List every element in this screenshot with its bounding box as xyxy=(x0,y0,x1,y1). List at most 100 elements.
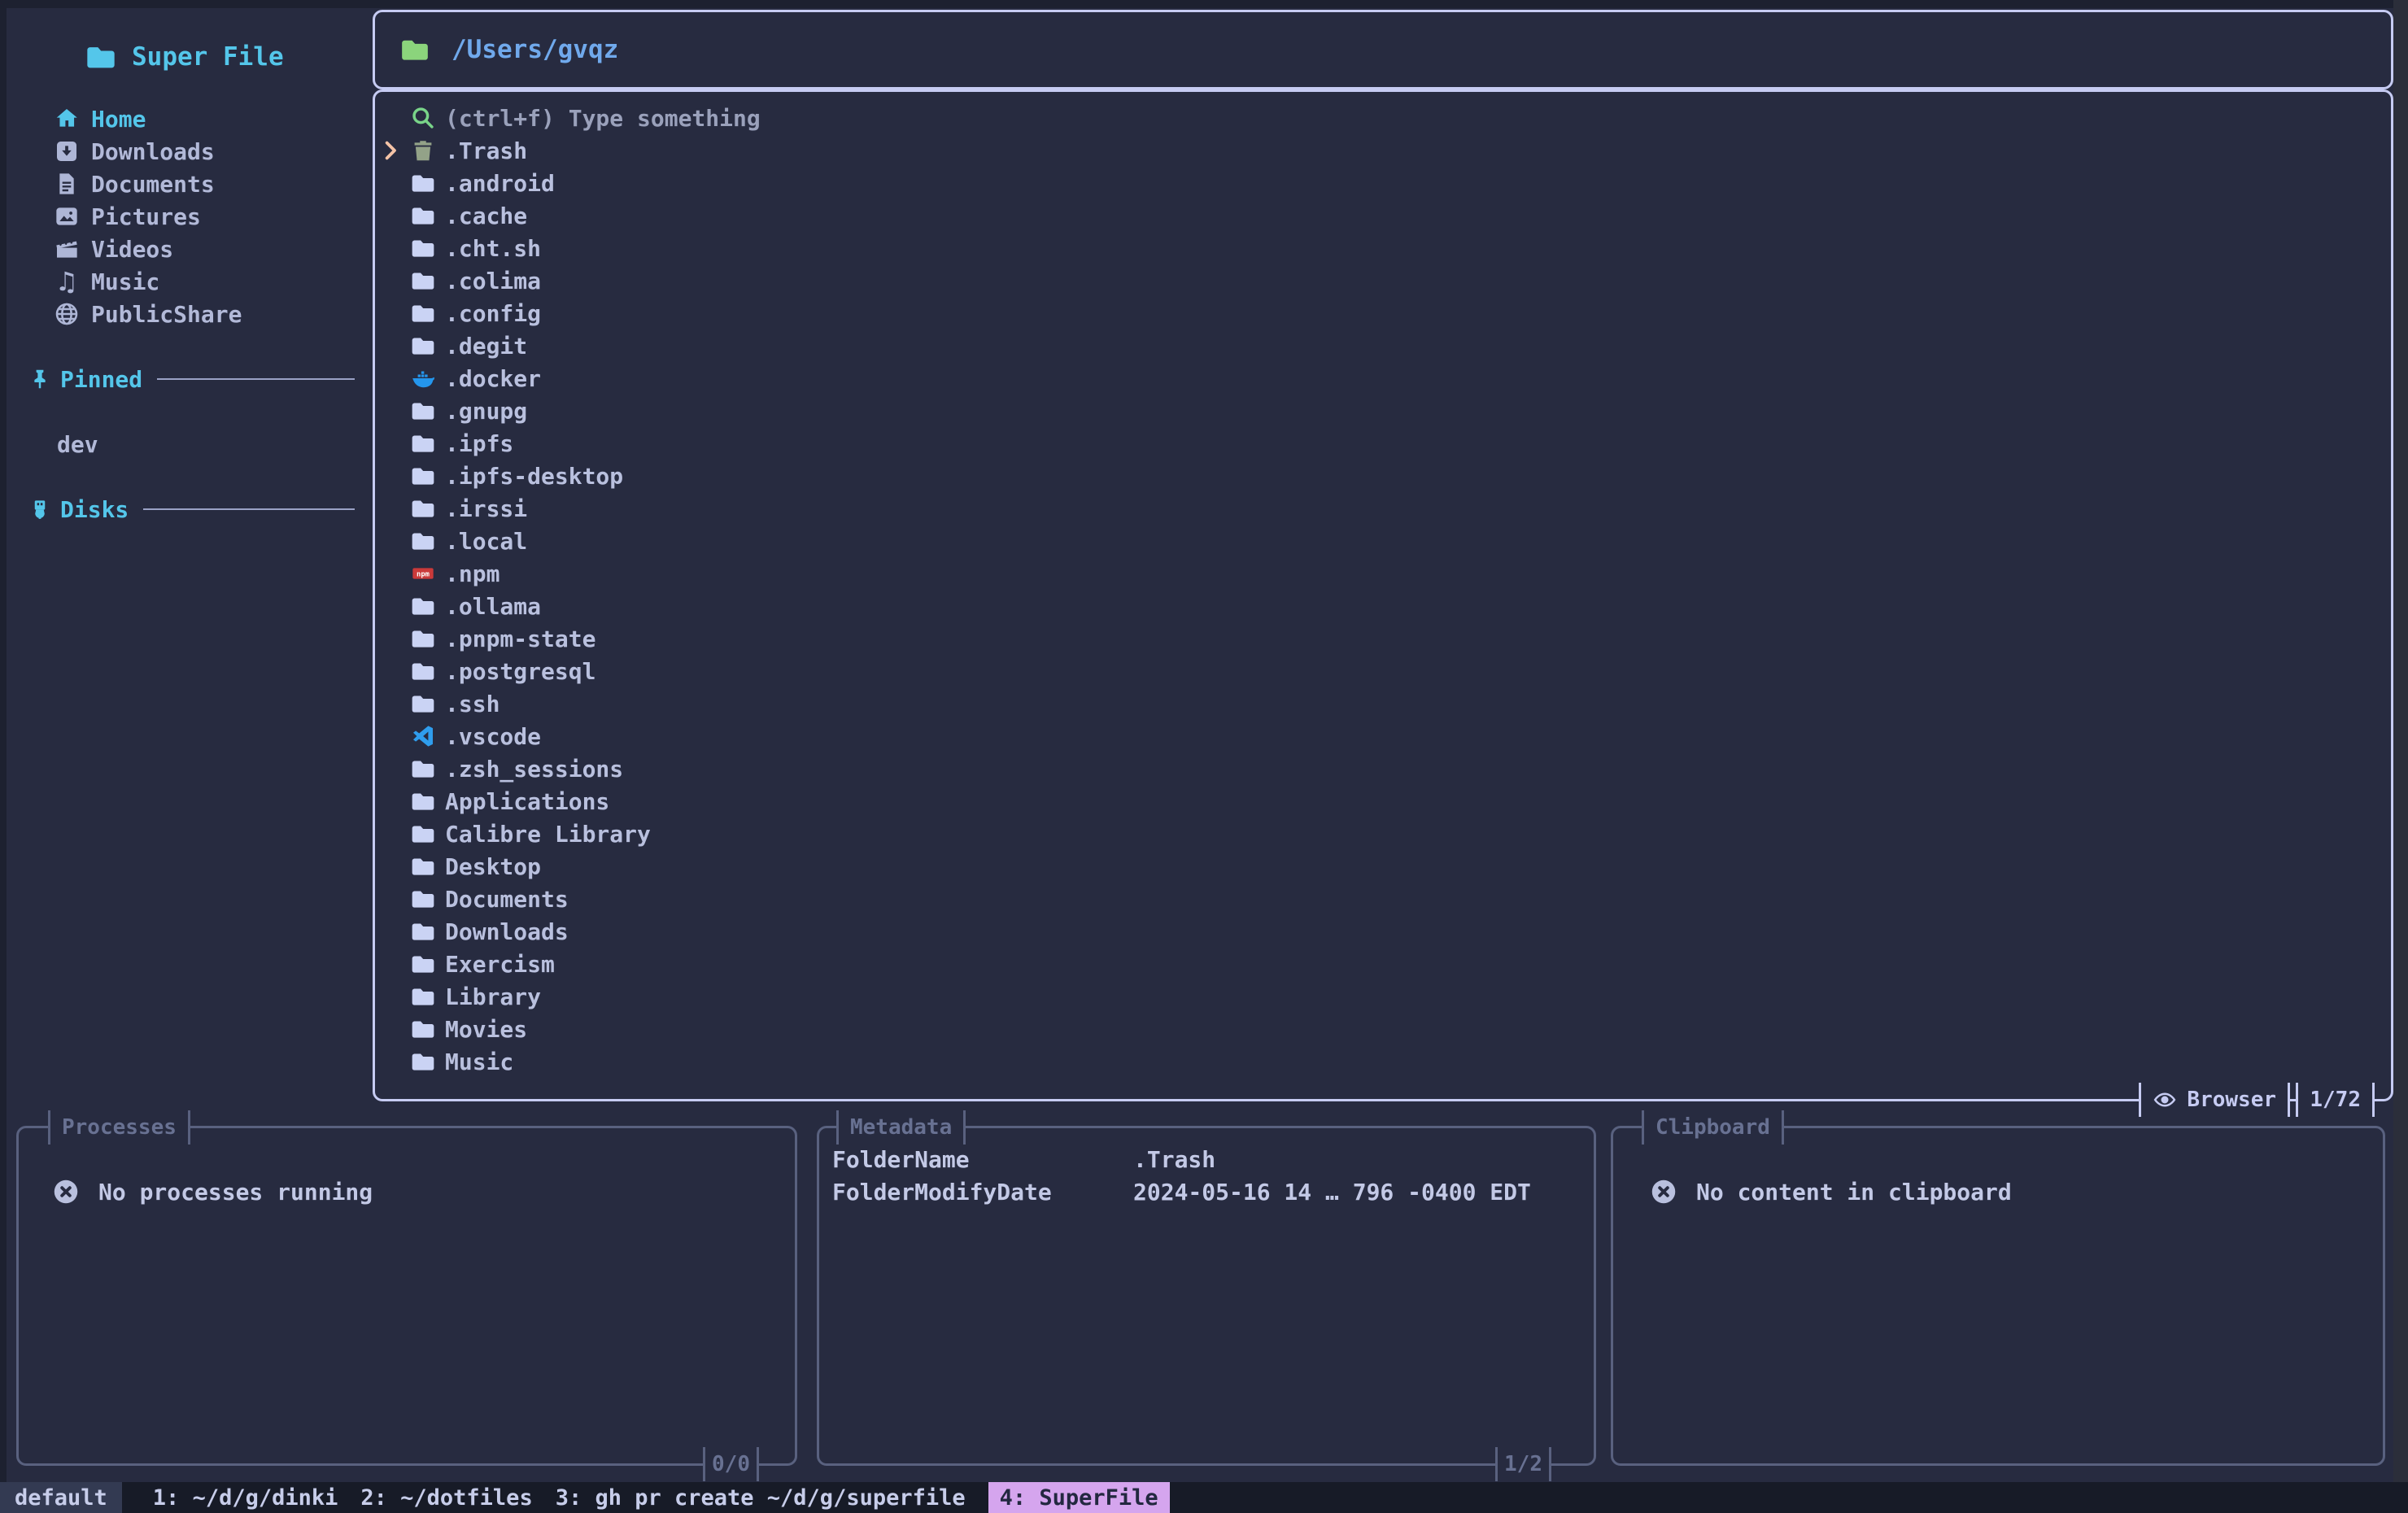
file-row[interactable]: npm .npm xyxy=(375,557,2391,590)
file-row[interactable]: .ssh xyxy=(375,687,2391,720)
file-row[interactable]: .colima xyxy=(375,264,2391,297)
npm-icon: npm xyxy=(409,560,437,586)
tmux-window[interactable]: 2: ~/dotfiles xyxy=(360,1485,532,1511)
clipboard-panel-title: Clipboard xyxy=(1642,1110,1784,1145)
docker-icon xyxy=(409,365,437,391)
folder-icon xyxy=(409,235,437,261)
sidebar-item[interactable]: Home xyxy=(7,102,373,135)
file-row[interactable]: Applications xyxy=(375,785,2391,818)
file-name: .colima xyxy=(445,268,541,294)
file-name: Library xyxy=(445,983,541,1010)
file-name: .cache xyxy=(445,203,527,229)
file-name: Downloads xyxy=(445,918,569,945)
file-row[interactable]: .docker xyxy=(375,362,2391,395)
file-row[interactable]: .vscode xyxy=(375,720,2391,752)
folder-icon xyxy=(409,951,437,977)
search-icon xyxy=(409,105,437,131)
file-row[interactable]: .cache xyxy=(375,199,2391,232)
folder-icon xyxy=(409,593,437,619)
disks-label: Disks xyxy=(60,496,129,523)
file-row[interactable]: .pnpm-state xyxy=(375,622,2391,655)
tmux-status-bar: default 1: ~/d/g/dinki 2: ~/dotfiles 3: … xyxy=(0,1482,2408,1513)
file-row[interactable]: .android xyxy=(375,167,2391,199)
file-name: Movies xyxy=(445,1016,527,1043)
file-name: .config xyxy=(445,300,541,327)
folder-icon xyxy=(409,1049,437,1075)
sidebar-item[interactable]: Downloads xyxy=(7,135,373,168)
folder-icon xyxy=(409,756,437,782)
panel-mode-label: Browser xyxy=(2187,1088,2276,1112)
file-name: .local xyxy=(445,528,527,555)
file-row[interactable]: .degit xyxy=(375,329,2391,362)
sidebar-item-label: Videos xyxy=(91,236,173,263)
file-row[interactable]: Documents xyxy=(375,883,2391,915)
file-row[interactable]: .irssi xyxy=(375,492,2391,525)
file-list: (ctrl+f) Type something .Trash .android xyxy=(375,92,2391,1078)
sidebar-item[interactable]: Videos xyxy=(7,233,373,265)
file-name: Exercism xyxy=(445,951,555,978)
sidebar-item[interactable]: PublicShare xyxy=(7,298,373,330)
tmux-window[interactable]: 1: ~/d/g/dinki xyxy=(153,1485,338,1511)
tmux-window[interactable]: 3: gh pr create ~/d/g/superfile xyxy=(556,1485,966,1511)
file-name: .pnpm-state xyxy=(445,626,595,652)
search-bar[interactable]: (ctrl+f) Type something xyxy=(375,102,2391,134)
file-name: .Trash xyxy=(445,137,527,164)
folder-icon xyxy=(409,658,437,684)
file-row[interactable]: Exercism xyxy=(375,948,2391,980)
app-title: Super File xyxy=(85,37,284,76)
metadata-row: FolderName .Trash xyxy=(819,1143,1594,1175)
metadata-key: FolderModifyDate xyxy=(832,1179,1133,1206)
file-name: .postgresql xyxy=(445,658,595,685)
pinned-item[interactable]: dev xyxy=(7,428,373,460)
pinned-section-header: Pinned xyxy=(7,363,373,395)
file-row[interactable]: .postgresql xyxy=(375,655,2391,687)
metadata-row: FolderModifyDate 2024-05-16 14 … 796 -04… xyxy=(819,1175,1594,1208)
processes-empty-text: No processes running xyxy=(98,1179,373,1206)
file-name: .android xyxy=(445,170,555,197)
svg-text:npm: npm xyxy=(417,571,430,579)
file-row[interactable]: .ollama xyxy=(375,590,2391,622)
file-row[interactable]: .gnupg xyxy=(375,395,2391,427)
folder-icon xyxy=(409,853,437,879)
file-row[interactable]: .zsh_sessions xyxy=(375,752,2391,785)
file-row[interactable]: .Trash xyxy=(375,134,2391,167)
metadata-counter: 1/2 xyxy=(1495,1447,1551,1481)
pinned-label: Pinned xyxy=(60,366,142,393)
file-row[interactable]: Music xyxy=(375,1045,2391,1078)
tmux-session-name[interactable]: default xyxy=(0,1482,122,1513)
folder-icon xyxy=(409,463,437,489)
file-row[interactable]: .cht.sh xyxy=(375,232,2391,264)
file-row[interactable]: .ipfs-desktop xyxy=(375,460,2391,492)
file-row[interactable]: Calibre Library xyxy=(375,818,2391,850)
disks-section-header: Disks xyxy=(7,493,373,525)
file-row[interactable]: .local xyxy=(375,525,2391,557)
metadata-rows: FolderName .Trash FolderModifyDate 2024-… xyxy=(819,1143,1594,1208)
file-row[interactable]: Desktop xyxy=(375,850,2391,883)
file-browser-panel: (ctrl+f) Type something .Trash .android xyxy=(373,89,2393,1101)
vscode-icon xyxy=(409,723,437,749)
tmux-window[interactable]: 4: SuperFile xyxy=(988,1482,1170,1513)
file-name: .vscode xyxy=(445,723,541,750)
sidebar-item[interactable]: Pictures xyxy=(7,200,373,233)
file-row[interactable]: Movies xyxy=(375,1013,2391,1045)
processes-empty-state: No processes running xyxy=(19,1177,795,1206)
file-row[interactable]: .ipfs xyxy=(375,427,2391,460)
sidebar-item[interactable]: ♫ Music xyxy=(7,265,373,298)
file-row[interactable]: Library xyxy=(375,980,2391,1013)
sidebar-item[interactable]: Documents xyxy=(7,168,373,200)
clipboard-panel: Clipboard No content in clipboard xyxy=(1611,1126,2385,1466)
file-name: .irssi xyxy=(445,495,527,522)
selection-cursor-icon xyxy=(378,137,403,164)
sidebar-item-label: Downloads xyxy=(91,138,215,165)
home-icon xyxy=(54,106,80,132)
current-path: /Users/gvqz xyxy=(452,35,618,64)
document-icon xyxy=(54,171,80,197)
file-row[interactable]: .config xyxy=(375,297,2391,329)
sidebar-item-label: Music xyxy=(91,268,159,295)
file-row[interactable]: Downloads xyxy=(375,915,2391,948)
folder-icon xyxy=(409,691,437,717)
file-name: .gnupg xyxy=(445,398,527,425)
file-name: .cht.sh xyxy=(445,235,541,262)
sidebar-nav: Home Downloads Documents Pictures Videos xyxy=(7,102,373,330)
sidebar-item-label: Home xyxy=(91,106,146,133)
